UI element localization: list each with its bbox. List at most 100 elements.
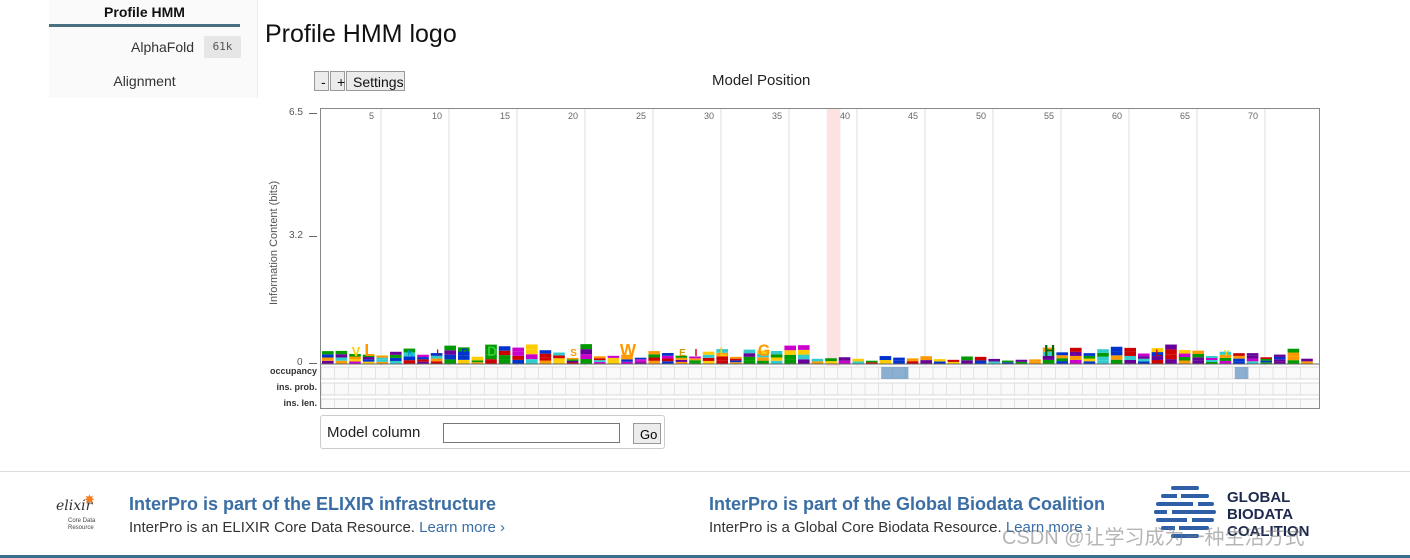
logo-letter-stack — [1233, 353, 1245, 356]
logo-letter-stack — [906, 358, 919, 362]
logo-letter-stack — [1097, 356, 1109, 361]
logo-letter-stack — [757, 360, 769, 364]
logo-letter: I — [695, 348, 698, 359]
elixir-learn-more-link[interactable]: Learn more › — [419, 519, 505, 536]
logo-letter-stack — [1070, 351, 1082, 356]
x-tick-label: 65 — [1180, 111, 1190, 121]
logo-letter-stack — [471, 358, 484, 361]
logo-letter-stack — [1178, 360, 1191, 364]
logo-letter: Y — [1224, 349, 1230, 358]
logo-letter-stack — [512, 351, 524, 356]
logo-letter-stack — [539, 350, 552, 354]
tab-alphafold[interactable]: AlphaFold 61k — [49, 36, 241, 58]
logo-letter-stack — [594, 356, 606, 359]
logo-letter-stack — [444, 350, 456, 355]
logo-letter-stack — [1287, 352, 1300, 357]
logo-letter-stack — [961, 356, 973, 361]
logo-letter-stack — [1178, 353, 1191, 358]
logo-letter-stack — [553, 355, 565, 359]
logo-letter-stack — [1097, 349, 1109, 353]
logo-letter-stack — [662, 353, 674, 356]
logo-letter-stack — [1083, 353, 1096, 356]
logo-letter: L — [364, 341, 374, 360]
logo-letter-stack — [471, 360, 484, 363]
logo-letter-stack — [743, 360, 756, 364]
logo-letter-stack — [1246, 355, 1259, 359]
logo-letter-stack — [498, 350, 511, 356]
logo-letter-stack — [376, 357, 388, 360]
elixir-logo-sub: Core Data Resource — [68, 518, 96, 531]
logo-letter-stack — [675, 359, 688, 362]
logo-letter-stack — [1097, 352, 1109, 357]
watermark: CSDN @让学习成为一种生活方式 — [1002, 527, 1305, 549]
logo-letter: L — [1156, 348, 1162, 358]
logo-letter-stack — [526, 354, 538, 360]
logo-letter-stack — [376, 359, 388, 362]
logo-letter-stack — [716, 360, 728, 364]
logo-letter-stack — [1287, 360, 1300, 364]
logo-letter-stack — [526, 349, 538, 355]
logo-letter-stack — [798, 349, 810, 355]
settings-button[interactable]: Settings — [346, 71, 405, 91]
y-tick-mid: 3.2 — [289, 230, 303, 241]
occupancy-label: occupancy — [269, 366, 317, 376]
logo-letter-stack — [498, 346, 511, 351]
logo-letter-stack — [485, 359, 497, 364]
tab-profile-hmm[interactable]: Profile HMM — [49, 2, 240, 27]
logo-letter-stack — [1219, 357, 1232, 361]
logo-letter-stack — [580, 349, 592, 355]
logo-letter-stack — [879, 360, 892, 364]
y-tick-max: 6.5 — [289, 107, 303, 118]
page-title: Profile HMM logo — [265, 20, 457, 48]
logo-letter: I — [436, 348, 439, 358]
logo-letter-stack — [1192, 357, 1204, 361]
logo-letter-stack — [1178, 350, 1191, 354]
insert-length-label: ins. len. — [283, 398, 317, 408]
model-position-label: Model Position — [712, 72, 811, 89]
zoom-out-button[interactable]: - — [314, 71, 329, 91]
logo-letter-stack — [417, 357, 429, 360]
logo-letter-stack — [1110, 355, 1123, 360]
x-tick-label: 70 — [1248, 111, 1258, 121]
logo-letter-stack — [1056, 352, 1068, 356]
logo-letter-stack — [730, 360, 742, 363]
logo-letter-stack — [662, 355, 674, 359]
logo-letter-stack — [634, 359, 647, 361]
logo-letter-stack — [702, 351, 715, 355]
logo-letter-stack — [1192, 360, 1204, 364]
logo-letter-stack — [879, 356, 892, 361]
logo-letter-stack — [974, 356, 987, 361]
x-tick-label: 25 — [636, 111, 646, 121]
logo-letter-stack — [702, 354, 715, 358]
logo-letter-stack — [1056, 355, 1068, 359]
logo-letter-stack — [852, 358, 864, 362]
go-button[interactable]: Go — [633, 423, 661, 444]
gbc-logo-line: GLOBAL — [1227, 489, 1291, 506]
model-column-input[interactable] — [443, 423, 620, 443]
logo-letter-stack — [1138, 358, 1150, 362]
logo-letter-stack — [607, 355, 620, 358]
logo-letter-stack — [417, 359, 429, 362]
logo-letter-stack — [1070, 355, 1082, 360]
alphafold-count-badge: 61k — [204, 36, 241, 58]
logo-letter-stack — [648, 357, 660, 361]
x-tick-label: 40 — [840, 111, 850, 121]
logo-letter-stack — [1165, 359, 1177, 364]
logo-letter-stack — [1165, 344, 1177, 350]
logo-letter-stack — [1274, 359, 1286, 362]
logo-letter-stack — [784, 350, 796, 355]
x-tick-label: 15 — [500, 111, 510, 121]
x-tick-label: 20 — [568, 111, 578, 121]
logo-letter-stack — [417, 354, 429, 358]
logo-letter-stack — [322, 357, 334, 361]
logo-letter-stack — [1260, 358, 1272, 361]
hmm-logo-canvas[interactable]: 5 10 15 20 25 30 35 40 45 50 55 60 65 70 V L K I P D S W E I L G H… — [320, 108, 1320, 409]
logo-letter-stack — [1246, 353, 1259, 356]
logo-letter-stack — [770, 357, 783, 361]
logo-letter-stack — [1097, 360, 1109, 364]
tab-alignment[interactable]: Alignment — [49, 70, 240, 92]
logo-letter-stack — [390, 354, 402, 358]
zoom-in-button[interactable]: + — [330, 71, 345, 91]
logo-letter-stack — [689, 360, 701, 363]
logo-letter-stack — [784, 345, 796, 351]
